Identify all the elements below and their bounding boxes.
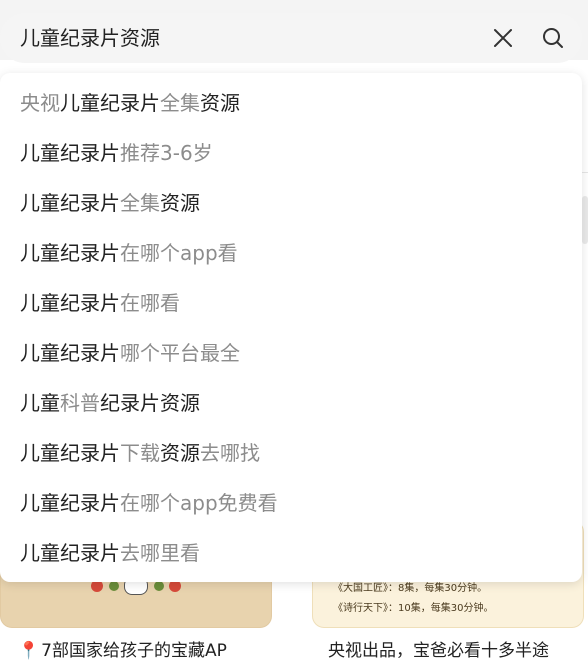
search-icon [543,28,563,48]
suggestion-match-text: 纪录片资源 [100,391,200,415]
leaf-icon [153,581,164,591]
suggestion-extra-text: 推荐3-6岁 [120,141,213,165]
search-input[interactable]: 儿童纪录片资源 [20,26,160,50]
suggestion-extra-text: 在哪看 [120,291,180,315]
suggestion-match-text: 儿童纪录片 [20,441,120,465]
suggestion-match-text: 儿童纪录片 [20,341,120,365]
suggestion-extra-text: 全集 [120,191,160,215]
close-icon [494,29,512,47]
suggestion-match-text: 儿童纪录片 [20,141,120,165]
suggestion-extra-text: 下载 [120,441,160,465]
suggestion-match-text: 儿童纪录片 [20,191,120,215]
suggestion-extra-text: 科普 [60,391,100,415]
suggestion-extra-text: 在哪个app看 [120,241,238,265]
suggestion-extra-text: 央视 [20,91,60,115]
suggestion-extra-text: 去哪里看 [120,541,200,565]
scroll-thumb[interactable] [582,196,588,244]
pin-icon: 📍 [18,641,40,661]
search-bar: 儿童纪录片资源 [0,13,582,63]
suggestion-item[interactable]: 儿童纪录片推荐3-6岁 [20,138,213,168]
suggestion-match-text: 资源 [160,191,200,215]
suggestion-match-text: 儿童 [20,391,60,415]
suggestion-item[interactable]: 儿童纪录片全集资源 [20,188,200,218]
suggestion-item[interactable]: 儿童纪录片在哪个app免费看 [20,488,278,518]
suggestion-match-text: 儿童纪录片 [20,291,120,315]
suggestion-match-text: 资源 [200,91,240,115]
result-card-title-left[interactable]: 📍 7部国家给孩子的宝藏AP [18,636,258,661]
suggestion-item[interactable]: 儿童科普纪录片资源 [20,388,200,418]
leaf-icon [108,581,119,591]
suggestion-match-text: 儿童纪录片 [60,91,160,115]
suggestion-item[interactable]: 儿童纪录片在哪看 [20,288,180,318]
result-card-title-right[interactable]: 央视出品，宝爸必看十多半途 [328,636,568,661]
suggestion-item[interactable]: 儿童纪录片哪个平台最全 [20,338,240,368]
suggestion-item[interactable]: 儿童纪录片去哪里看 [20,538,200,568]
suggestion-match-text: 儿童纪录片 [20,241,120,265]
divider [582,172,588,173]
clear-button[interactable] [490,25,516,51]
suggestion-item[interactable]: 儿童纪录片下载资源去哪找 [20,438,260,468]
suggestion-item[interactable]: 央视儿童纪录片全集资源 [20,88,240,118]
suggestion-extra-text: 全集 [160,91,200,115]
suggestion-dropdown: 央视儿童纪录片全集资源 儿童纪录片推荐3-6岁 儿童纪录片全集资源 儿童纪录片在… [0,73,582,582]
thumbnail-text-line: 《诗行天下》：10集，每集30分钟。 [333,603,494,614]
search-button[interactable] [540,25,566,51]
suggestion-extra-text: 在哪个app免费看 [120,491,278,515]
suggestion-extra-text: 去哪找 [200,441,260,465]
suggestion-match-text: 资源 [160,441,200,465]
result-card-title-text: 7部国家给孩子的宝藏AP [41,641,227,661]
suggestion-extra-text: 哪个平台最全 [120,341,240,365]
suggestion-match-text: 儿童纪录片 [20,491,120,515]
suggestion-match-text: 儿童纪录片 [20,541,120,565]
suggestion-item[interactable]: 儿童纪录片在哪个app看 [20,238,238,268]
